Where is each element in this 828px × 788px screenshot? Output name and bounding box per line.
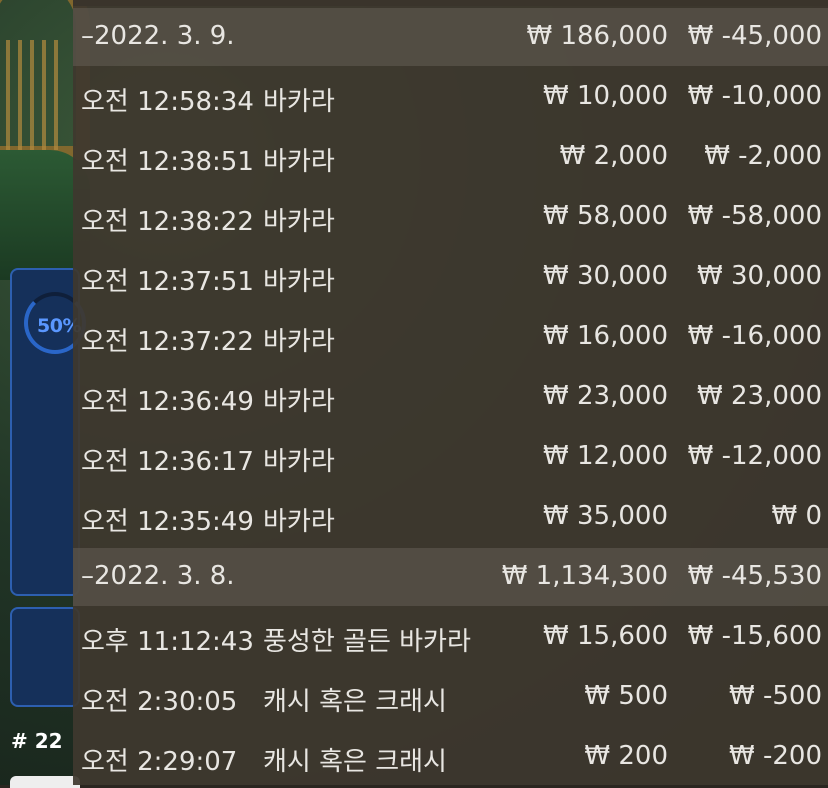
row-win: ₩ 23,000	[697, 381, 822, 411]
row-time: 오전 12:58:34	[81, 87, 254, 117]
row-bet: ₩ 58,000	[543, 201, 668, 231]
panel-top-edge	[73, 0, 828, 6]
row-time: 오전 2:30:05	[81, 687, 238, 717]
row-bet: ₩ 12,000	[543, 441, 668, 471]
row-bet: ₩ 10,000	[543, 81, 668, 111]
history-row[interactable]: 오전 12:36:49 바카라 ₩ 23,000 ₩ 23,000	[73, 368, 828, 428]
history-row[interactable]: 오전 12:37:22 바카라 ₩ 16,000 ₩ -16,000	[73, 308, 828, 368]
history-row[interactable]: 오전 12:37:51 바카라 ₩ 30,000 ₩ 30,000	[73, 248, 828, 308]
row-time: 오전 12:35:49	[81, 507, 254, 537]
history-row[interactable]: 오전 12:38:22 바카라 ₩ 58,000 ₩ -58,000	[73, 188, 828, 248]
row-bet: ₩ 30,000	[543, 261, 668, 291]
row-game: 바카라	[263, 267, 335, 297]
row-win: ₩ 30,000	[697, 261, 822, 291]
row-time: 오전 12:38:51	[81, 147, 254, 177]
history-row[interactable]: 오전 2:29:07 캐시 혹은 크래시 ₩ 200 ₩ -200	[73, 728, 828, 785]
history-row[interactable]: 오후 11:12:43 풍성한 골든 바카라 ₩ 15,600 ₩ -15,600	[73, 608, 828, 668]
bet-history-panel[interactable]: –2022. 3. 9. ₩ 186,000 ₩ -45,000 오전 12:58:3…	[73, 0, 828, 785]
row-time: 오전 2:29:07	[81, 747, 238, 777]
history-row[interactable]: 오전 2:30:05 캐시 혹은 크래시 ₩ 500 ₩ -500	[73, 668, 828, 728]
row-time: 오전 12:37:51	[81, 267, 254, 297]
row-game: 바카라	[263, 87, 335, 117]
table-decoration-bars	[6, 40, 66, 150]
row-win: ₩ 0	[771, 501, 822, 531]
side-bottom-tab[interactable]	[10, 776, 80, 788]
date-header[interactable]: –2022. 3. 8. ₩ 1,134,300 ₩ -45,530	[73, 548, 828, 606]
row-win: ₩ -200	[729, 741, 822, 771]
row-win: ₩ -2,000	[704, 141, 822, 171]
row-bet: ₩ 23,000	[543, 381, 668, 411]
history-row[interactable]: 오전 12:58:34 바카라 ₩ 10,000 ₩ -10,000	[73, 68, 828, 128]
row-bet: ₩ 200	[584, 741, 668, 771]
row-game: 캐시 혹은 크래시	[263, 687, 447, 717]
row-game: 캐시 혹은 크래시	[263, 747, 447, 777]
table-number: # 22	[11, 729, 63, 753]
row-game: 바카라	[263, 447, 335, 477]
row-bet: ₩ 500	[584, 681, 668, 711]
row-bet: ₩ 16,000	[543, 321, 668, 351]
row-win: ₩ -12,000	[687, 441, 822, 471]
row-bet: ₩ 15,600	[543, 621, 668, 651]
row-time: 오전 12:36:49	[81, 387, 254, 417]
row-game: 풍성한 골든 바카라	[263, 627, 471, 657]
history-row[interactable]: 오전 12:38:51 바카라 ₩ 2,000 ₩ -2,000	[73, 128, 828, 188]
date-total-win: ₩ -45,530	[687, 561, 822, 591]
row-game: 바카라	[263, 327, 335, 357]
date-total-win: ₩ -45,000	[687, 21, 822, 51]
row-win: ₩ -500	[729, 681, 822, 711]
date-label: –2022. 3. 9.	[81, 21, 235, 51]
history-row[interactable]: 오전 12:35:49 바카라 ₩ 35,000 ₩ 0	[73, 488, 828, 548]
row-game: 바카라	[263, 387, 335, 417]
date-header[interactable]: –2022. 3. 9. ₩ 186,000 ₩ -45,000	[73, 8, 828, 66]
date-label: –2022. 3. 8.	[81, 561, 235, 591]
row-time: 오전 12:38:22	[81, 207, 254, 237]
row-game: 바카라	[263, 147, 335, 177]
row-win: ₩ -16,000	[687, 321, 822, 351]
row-win: ₩ -15,600	[687, 621, 822, 651]
row-time: 오후 11:12:43	[81, 627, 254, 657]
date-total-bet: ₩ 186,000	[526, 21, 669, 51]
row-win: ₩ -10,000	[687, 81, 822, 111]
row-game: 바카라	[263, 507, 335, 537]
row-bet: ₩ 35,000	[543, 501, 668, 531]
row-win: ₩ -58,000	[687, 201, 822, 231]
row-bet: ₩ 2,000	[559, 141, 668, 171]
date-total-bet: ₩ 1,134,300	[501, 561, 668, 591]
side-action-button[interactable]	[10, 607, 80, 707]
row-time: 오전 12:37:22	[81, 327, 254, 357]
history-row[interactable]: 오전 12:36:17 바카라 ₩ 12,000 ₩ -12,000	[73, 428, 828, 488]
row-game: 바카라	[263, 207, 335, 237]
row-time: 오전 12:36:17	[81, 447, 254, 477]
